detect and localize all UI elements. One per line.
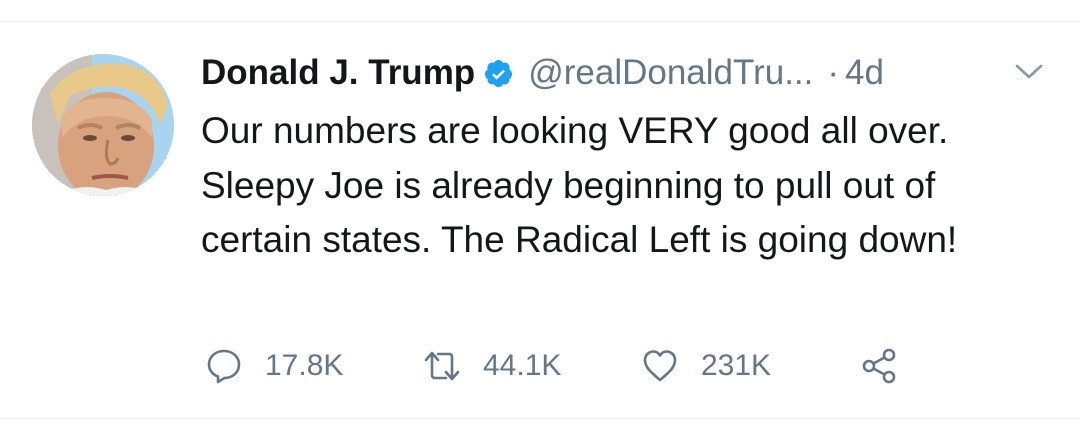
bottom-divider (0, 418, 1080, 419)
timestamp[interactable]: 4d (845, 53, 884, 93)
retweet-button[interactable]: 44.1K (423, 344, 561, 388)
share-button[interactable] (860, 344, 898, 388)
retweet-count: 44.1K (483, 349, 562, 382)
heart-icon (641, 347, 679, 385)
reply-button[interactable]: 17.8K (205, 344, 343, 388)
profile-photo (32, 54, 174, 196)
like-button[interactable]: 231K (641, 344, 771, 388)
share-icon (860, 347, 898, 385)
like-count: 231K (701, 349, 772, 382)
verified-badge-icon (483, 58, 514, 89)
reply-icon (205, 347, 243, 385)
tweet-header: Donald J. Trump @realDonaldTru... · 4d (201, 50, 884, 96)
chevron-down-icon[interactable] (1014, 62, 1044, 82)
separator-dot: · (827, 53, 840, 92)
avatar[interactable] (32, 54, 174, 196)
tweet-text: Our numbers are looking VERY good all ov… (201, 110, 958, 260)
retweet-icon (423, 347, 461, 385)
reply-count: 17.8K (265, 349, 344, 382)
user-handle[interactable]: @realDonaldTru... (528, 53, 813, 93)
display-name[interactable]: Donald J. Trump (201, 53, 475, 93)
